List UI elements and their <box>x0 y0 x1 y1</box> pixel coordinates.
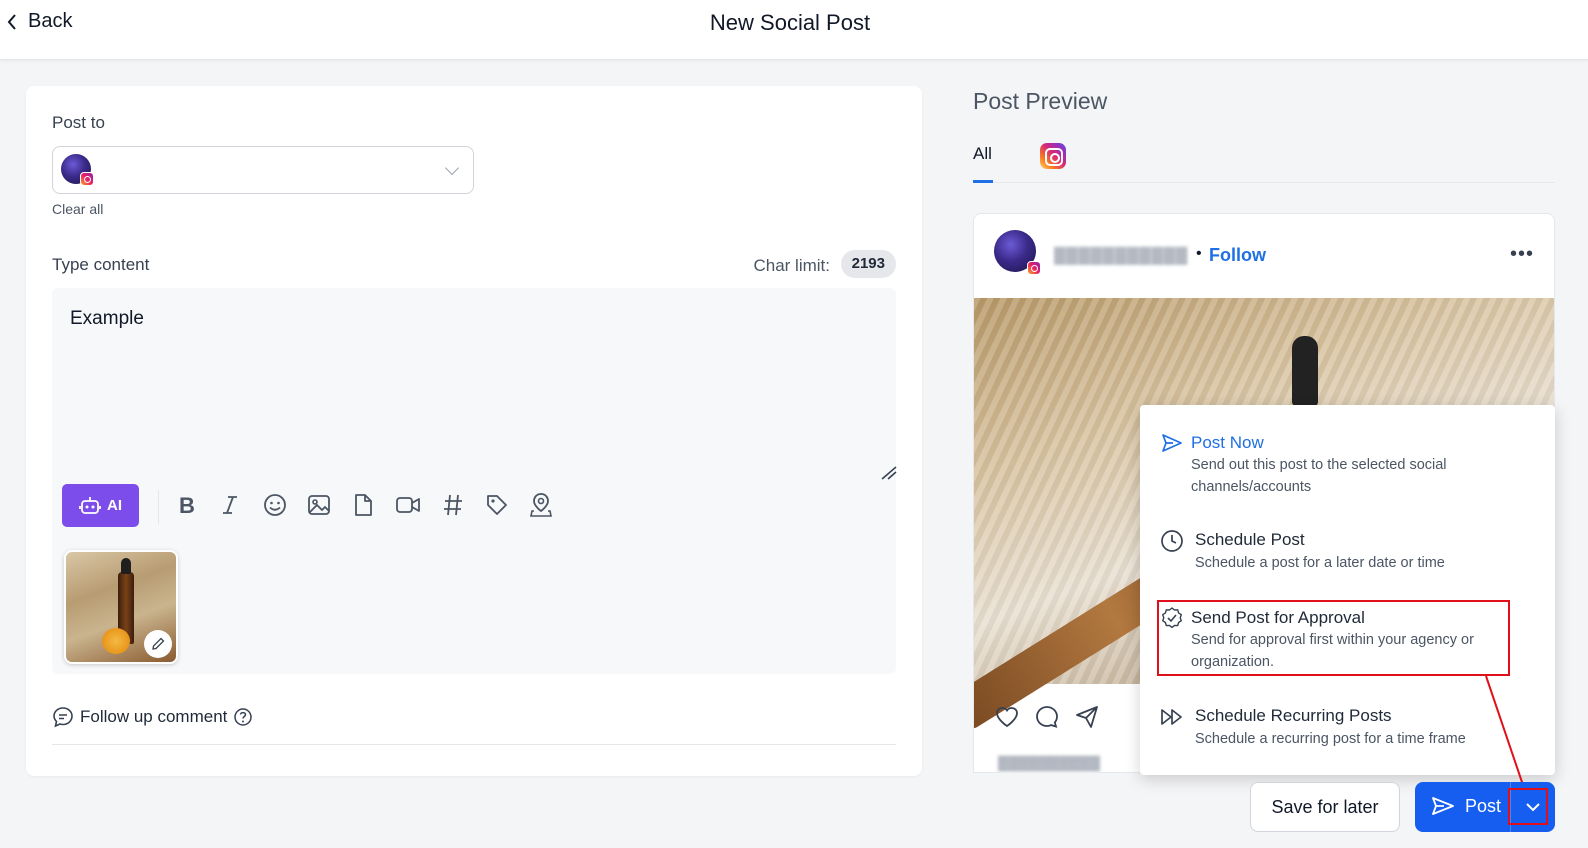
location-icon[interactable] <box>528 492 554 518</box>
help-icon[interactable] <box>233 707 253 727</box>
chevron-down-icon <box>1526 803 1540 812</box>
editor-card: Post to Clear all Type content Char limi… <box>26 86 922 776</box>
content-textarea[interactable]: Example AI B <box>52 288 898 674</box>
menu-item-description: Send for approval first within your agen… <box>1191 632 1474 670</box>
hashtag-icon[interactable] <box>440 492 466 518</box>
comment-bubble-icon[interactable] <box>1034 704 1060 730</box>
thumbnail-orange <box>102 628 130 654</box>
clear-all-link[interactable]: Clear all <box>52 201 103 217</box>
preview-title: Post Preview <box>973 88 1108 114</box>
tabs-divider <box>973 182 1555 183</box>
menu-item-description: Send out this post to the selected socia… <box>1191 457 1447 495</box>
account-handle-blurred: ▓▓▓▓▓▓▓▓▓▓▓ <box>1054 247 1188 264</box>
heart-icon[interactable] <box>994 704 1020 730</box>
toolbar-divider <box>158 490 159 524</box>
resize-handle-icon[interactable] <box>880 464 898 480</box>
send-icon <box>1432 797 1454 815</box>
fast-forward-icon <box>1161 709 1182 725</box>
media-thumbnail[interactable] <box>64 550 178 664</box>
italic-icon[interactable] <box>217 492 243 518</box>
follow-up-comment[interactable]: Follow up comment <box>52 706 253 728</box>
post-main-action[interactable]: Post <box>1431 795 1501 817</box>
emoji-icon[interactable] <box>262 492 288 518</box>
post-label: Post <box>1465 795 1502 816</box>
save-for-later-button[interactable]: Save for later <box>1250 782 1400 832</box>
likes-text-blurred: ▓▓▓▓▓▓▓▓▓▓ <box>998 754 1101 770</box>
menu-item-schedule-post[interactable]: Schedule Post Schedule a post for a late… <box>1140 527 1555 587</box>
share-icon[interactable] <box>1074 704 1100 730</box>
chevron-down-icon <box>444 160 460 176</box>
tab-all[interactable]: All <box>973 144 992 164</box>
bold-icon[interactable]: B <box>173 492 199 518</box>
post-button[interactable]: Post <box>1415 782 1555 832</box>
file-icon[interactable] <box>350 492 376 518</box>
menu-item-title: Send Post for Approval <box>1191 608 1365 627</box>
char-limit-label: Char limit: <box>753 256 830 275</box>
page-title: New Social Post <box>709 10 871 35</box>
menu-item-title: Post Now <box>1191 433 1264 452</box>
instagram-badge-icon <box>1027 261 1041 275</box>
type-content-label: Type content <box>52 255 150 274</box>
menu-item-title: Schedule Recurring Posts <box>1195 706 1392 725</box>
post-options-toggle[interactable] <box>1515 794 1551 820</box>
video-icon[interactable] <box>395 492 421 518</box>
menu-item-schedule-recurring[interactable]: Schedule Recurring Posts Schedule a recu… <box>1140 703 1555 763</box>
more-options-icon[interactable]: ••• <box>1510 243 1534 266</box>
photo-bottle-cap <box>1292 336 1318 406</box>
tab-instagram[interactable] <box>1040 143 1066 169</box>
robot-icon <box>79 496 101 514</box>
menu-item-title: Schedule Post <box>1195 530 1305 549</box>
instagram-badge-icon <box>80 172 94 186</box>
follow-link[interactable]: Follow <box>1209 245 1266 266</box>
menu-item-send-approval[interactable]: Send Post for Approval Send for approval… <box>1140 605 1555 675</box>
post-actions <box>994 704 1100 730</box>
tag-icon[interactable] <box>484 492 510 518</box>
svg-text:B: B <box>179 494 195 516</box>
edit-media-button[interactable] <box>144 630 172 658</box>
clock-icon <box>1161 530 1183 552</box>
menu-item-post-now[interactable]: Post Now Send out this post to the selec… <box>1140 427 1555 505</box>
comment-icon <box>53 707 73 728</box>
menu-item-description: Schedule a recurring post for a time fra… <box>1195 731 1466 747</box>
ai-assistant-button[interactable]: AI <box>62 484 139 527</box>
post-options-menu: Post Now Send out this post to the selec… <box>1140 405 1555 775</box>
pencil-icon <box>152 637 165 650</box>
approval-badge-icon <box>1162 607 1182 629</box>
top-bar: Back New Social Post <box>0 0 1588 60</box>
section-divider <box>52 744 896 745</box>
separator-dot: • <box>1196 245 1202 262</box>
post-to-label: Post to <box>52 113 105 132</box>
account-select[interactable] <box>52 146 474 194</box>
ai-label: AI <box>107 497 122 514</box>
send-icon <box>1162 434 1182 452</box>
char-limit-badge: 2193 <box>840 250 896 278</box>
active-tab-indicator <box>973 180 993 183</box>
image-icon[interactable] <box>306 492 332 518</box>
follow-up-label: Follow up comment <box>80 707 228 726</box>
menu-item-description: Schedule a post for a later date or time <box>1195 555 1445 571</box>
content-text: Example <box>70 308 144 329</box>
button-split-divider <box>1510 782 1511 832</box>
